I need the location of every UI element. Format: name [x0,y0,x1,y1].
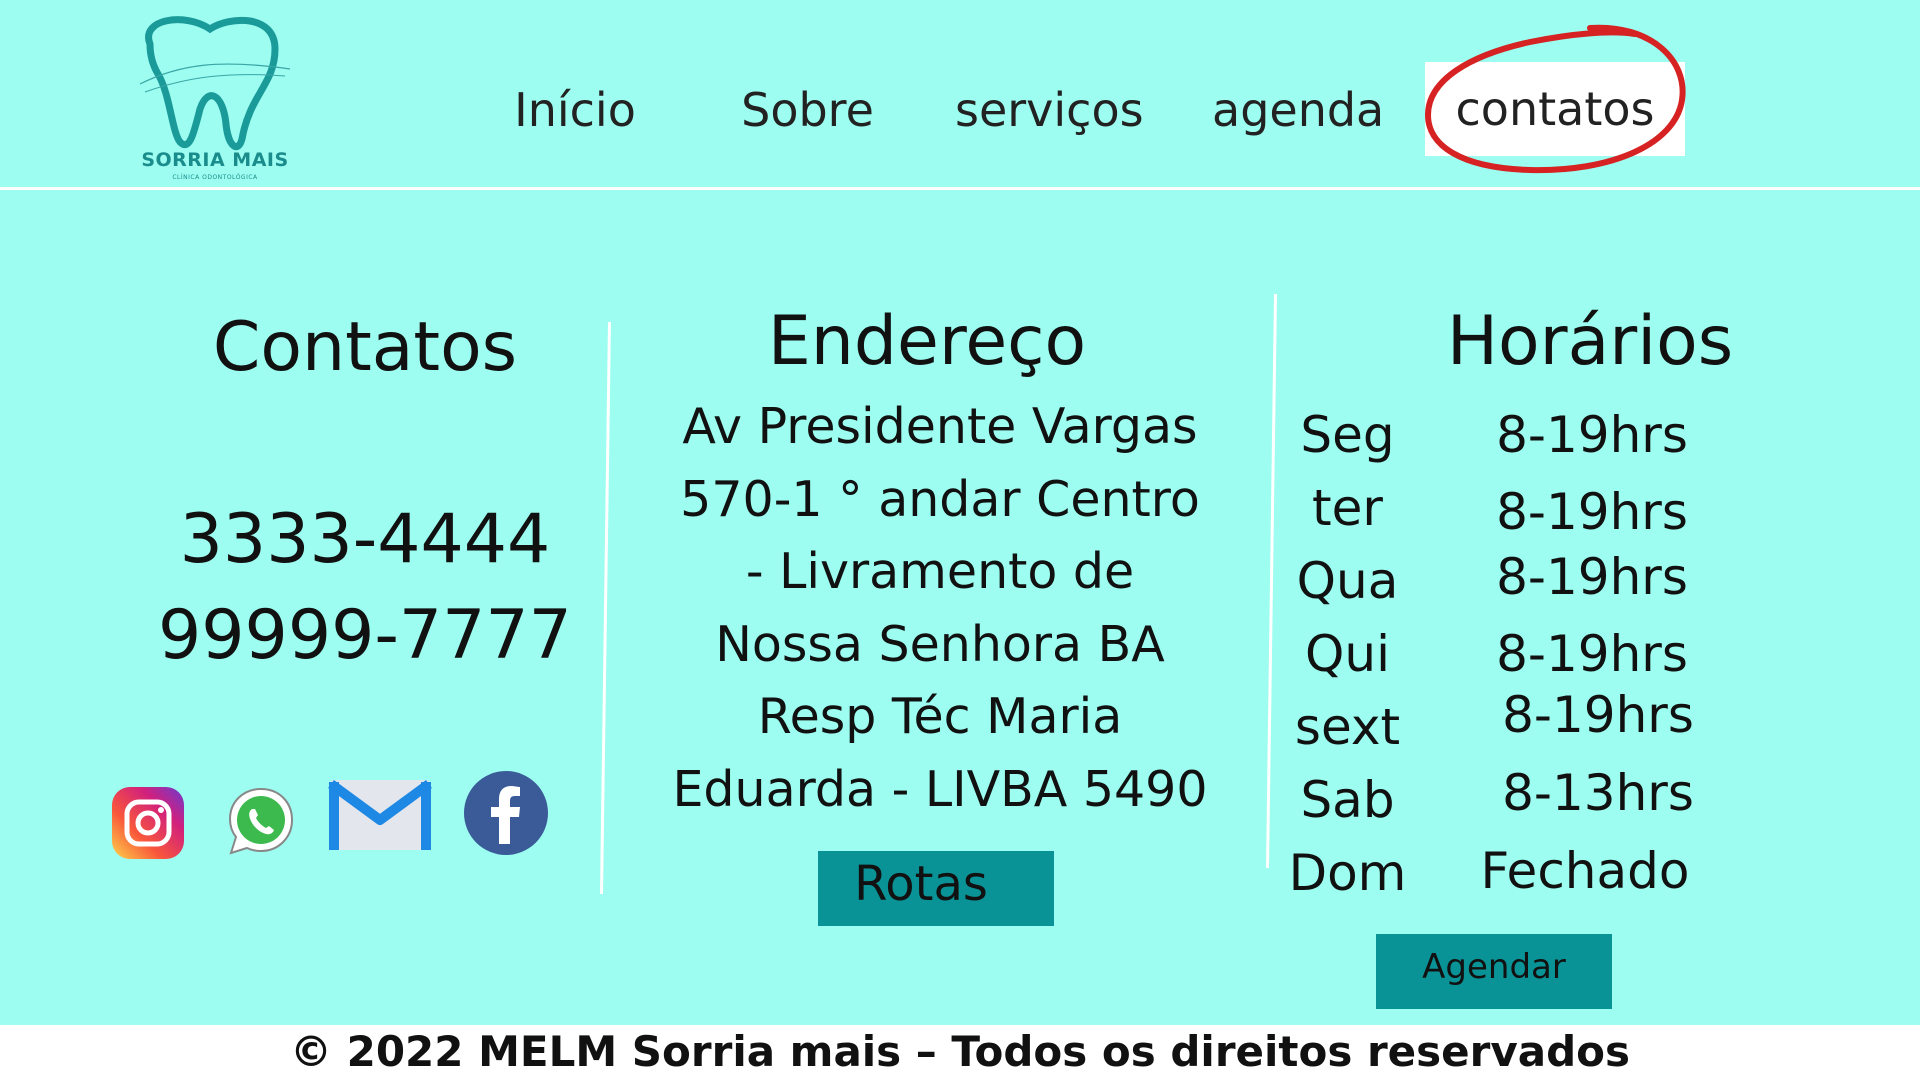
nav-contatos[interactable]: contatos [1425,62,1685,156]
address-line: - Livramento de [745,543,1135,600]
address-line: Nossa Senhora BA [715,616,1165,673]
schedule-hours: 8-19hrs [1496,406,1688,464]
footer: © 2022 MELM Sorria mais – Todos os direi… [0,1025,1920,1080]
schedule-day: Qua [1296,552,1399,610]
address-line: 570-1 ° andar Centro [680,471,1200,528]
phone-landline: 3333-4444 [179,500,551,579]
schedule-day: Qui [1305,625,1390,683]
schedule-day: ter [1312,479,1383,537]
brand-name: SORRIA MAIS [141,149,289,171]
nav-sobre[interactable]: Sobre [735,78,880,142]
nav-inicio[interactable]: Início [505,78,645,142]
schedule-day: Seg [1300,406,1395,464]
whatsapp-icon[interactable] [225,785,297,857]
header-divider [0,187,1920,190]
nav-agenda[interactable]: agenda [1212,78,1384,142]
schedule-day: Dom [1288,844,1407,902]
horarios-title: Horários [1446,302,1734,381]
rotas-button[interactable]: Rotas [818,851,1054,926]
schedule-hours: 8-19hrs [1502,686,1694,744]
nav-servicos[interactable]: serviços [955,78,1144,142]
address-line: Av Presidente Vargas [682,398,1198,455]
phone-mobile: 99999-7777 [158,596,572,675]
brand-tagline: CLÍNICA ODONTOLÓGICA [172,174,258,181]
address-line: Eduarda - LIVBA 5490 [672,761,1208,818]
gmail-icon[interactable] [327,776,433,852]
contatos-title: Contatos [212,308,518,387]
endereco-title: Endereço [767,302,1087,381]
schedule-hours: 8-13hrs [1502,764,1694,822]
tooth-logo-icon [139,16,291,151]
logo[interactable]: SORRIA MAIS CLÍNICA ODONTOLÓGICA [130,14,300,186]
copyright-text: © 2022 MELM Sorria mais – Todos os direi… [289,1027,1631,1076]
schedule-hours: 8-19hrs [1496,548,1688,606]
schedule-day: sext [1294,698,1401,756]
instagram-icon[interactable] [110,785,186,861]
facebook-icon[interactable] [463,770,549,856]
schedule-hours: 8-19hrs [1496,625,1688,683]
schedule-hours: 8-19hrs [1496,483,1688,541]
schedule-hours: Fechado [1480,842,1690,900]
address-line: Resp Téc Maria [757,688,1123,745]
agendar-button[interactable]: Agendar [1376,934,1612,1009]
schedule-day: Sab [1300,771,1395,829]
column-divider-right [1265,294,1278,868]
